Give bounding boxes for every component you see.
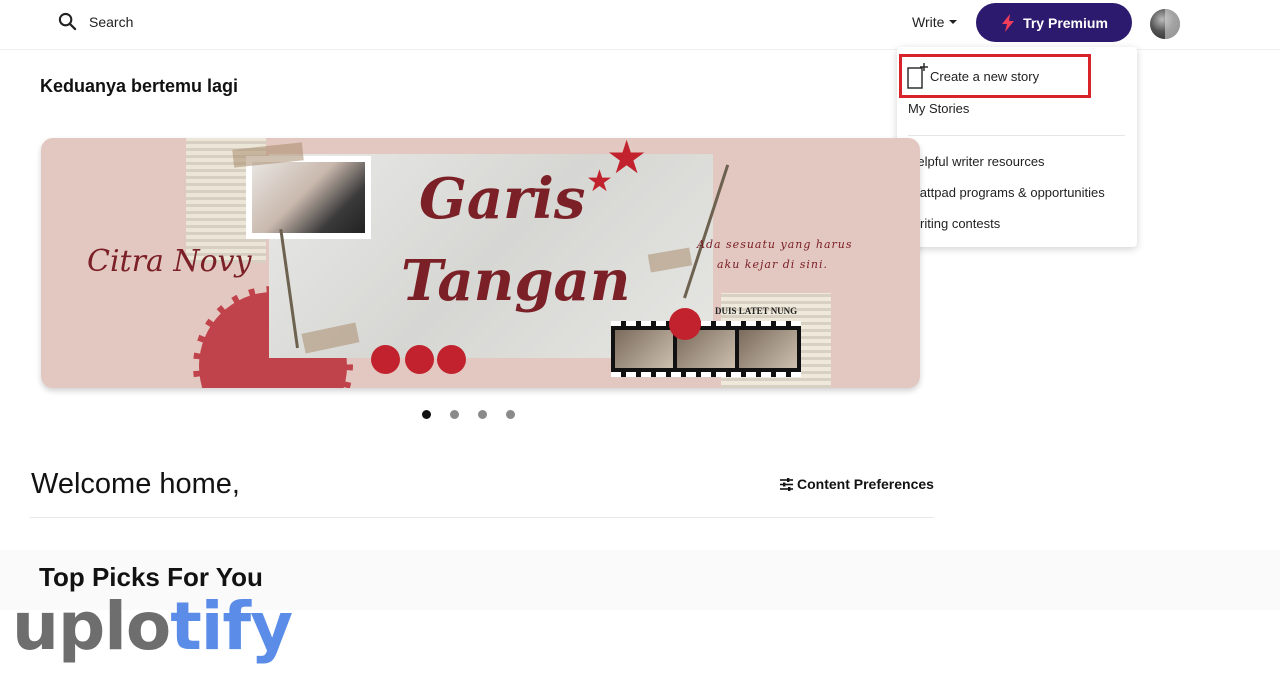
content-preferences-button[interactable]: Content Preferences bbox=[780, 476, 934, 492]
try-premium-button[interactable]: Try Premium bbox=[976, 3, 1132, 42]
featured-story-title[interactable]: Keduanya bertemu lagi bbox=[40, 76, 238, 97]
create-new-story-item[interactable]: Create a new story bbox=[899, 54, 1091, 98]
writer-resources-item[interactable]: Helpful writer resources bbox=[908, 154, 1045, 169]
new-story-icon bbox=[907, 63, 928, 89]
film-strip bbox=[611, 321, 801, 377]
star-icon: ★ bbox=[586, 164, 613, 199]
uplotify-watermark: uplotify bbox=[12, 594, 293, 660]
content-preferences-label: Content Preferences bbox=[797, 476, 934, 492]
top-navbar: Search Write Try Premium bbox=[0, 0, 1280, 50]
cover-title-line2: Tangan bbox=[401, 248, 631, 314]
chevron-down-icon bbox=[949, 20, 958, 24]
red-dot-decoration bbox=[371, 345, 400, 374]
watermark-part-2: tify bbox=[170, 588, 293, 665]
search-icon bbox=[58, 12, 77, 31]
pin-decoration bbox=[669, 308, 701, 340]
carousel-dot[interactable] bbox=[506, 410, 515, 419]
premium-label: Try Premium bbox=[1023, 14, 1108, 31]
sliders-icon bbox=[780, 477, 793, 491]
menu-divider bbox=[908, 135, 1125, 136]
cover-title-line1: Garis bbox=[419, 166, 586, 232]
write-label: Write bbox=[912, 14, 945, 30]
welcome-heading: Welcome home, bbox=[31, 468, 240, 500]
cover-photo bbox=[246, 156, 371, 239]
writing-contests-item[interactable]: Writing contests bbox=[908, 216, 1000, 231]
lightning-icon bbox=[1002, 13, 1015, 32]
user-avatar[interactable] bbox=[1150, 9, 1180, 39]
write-menu-button[interactable]: Write bbox=[912, 14, 958, 30]
programs-opportunities-item[interactable]: Wattpad programs & opportunities bbox=[908, 185, 1105, 200]
create-new-story-label: Create a new story bbox=[930, 68, 1040, 84]
cover-tagline-2: aku kejar di sini. bbox=[717, 258, 829, 271]
red-dot-decoration bbox=[437, 345, 466, 374]
search-label: Search bbox=[89, 13, 134, 30]
watermark-part-1: uplo bbox=[12, 588, 171, 665]
newspaper-headline: DUIS LATET NUNG bbox=[715, 306, 798, 316]
search-button[interactable]: Search bbox=[58, 12, 133, 31]
carousel-dot[interactable] bbox=[478, 410, 487, 419]
section-divider bbox=[30, 517, 934, 518]
my-stories-item[interactable]: My Stories bbox=[908, 101, 969, 116]
red-dot-decoration bbox=[405, 345, 434, 374]
carousel-dots bbox=[422, 410, 534, 419]
featured-story-banner[interactable]: ★ ★ Garis Tangan Citra Novy Ada sesuatu … bbox=[41, 138, 920, 388]
page: Search Write Try Premium Create a new st… bbox=[0, 0, 1280, 683]
cover-tagline-1: Ada sesuatu yang harus bbox=[697, 238, 853, 251]
carousel-dot[interactable] bbox=[422, 410, 431, 419]
write-dropdown-menu: Create a new story My Stories Helpful wr… bbox=[897, 47, 1137, 247]
cover-author: Citra Novy bbox=[87, 244, 252, 279]
carousel-dot[interactable] bbox=[450, 410, 459, 419]
